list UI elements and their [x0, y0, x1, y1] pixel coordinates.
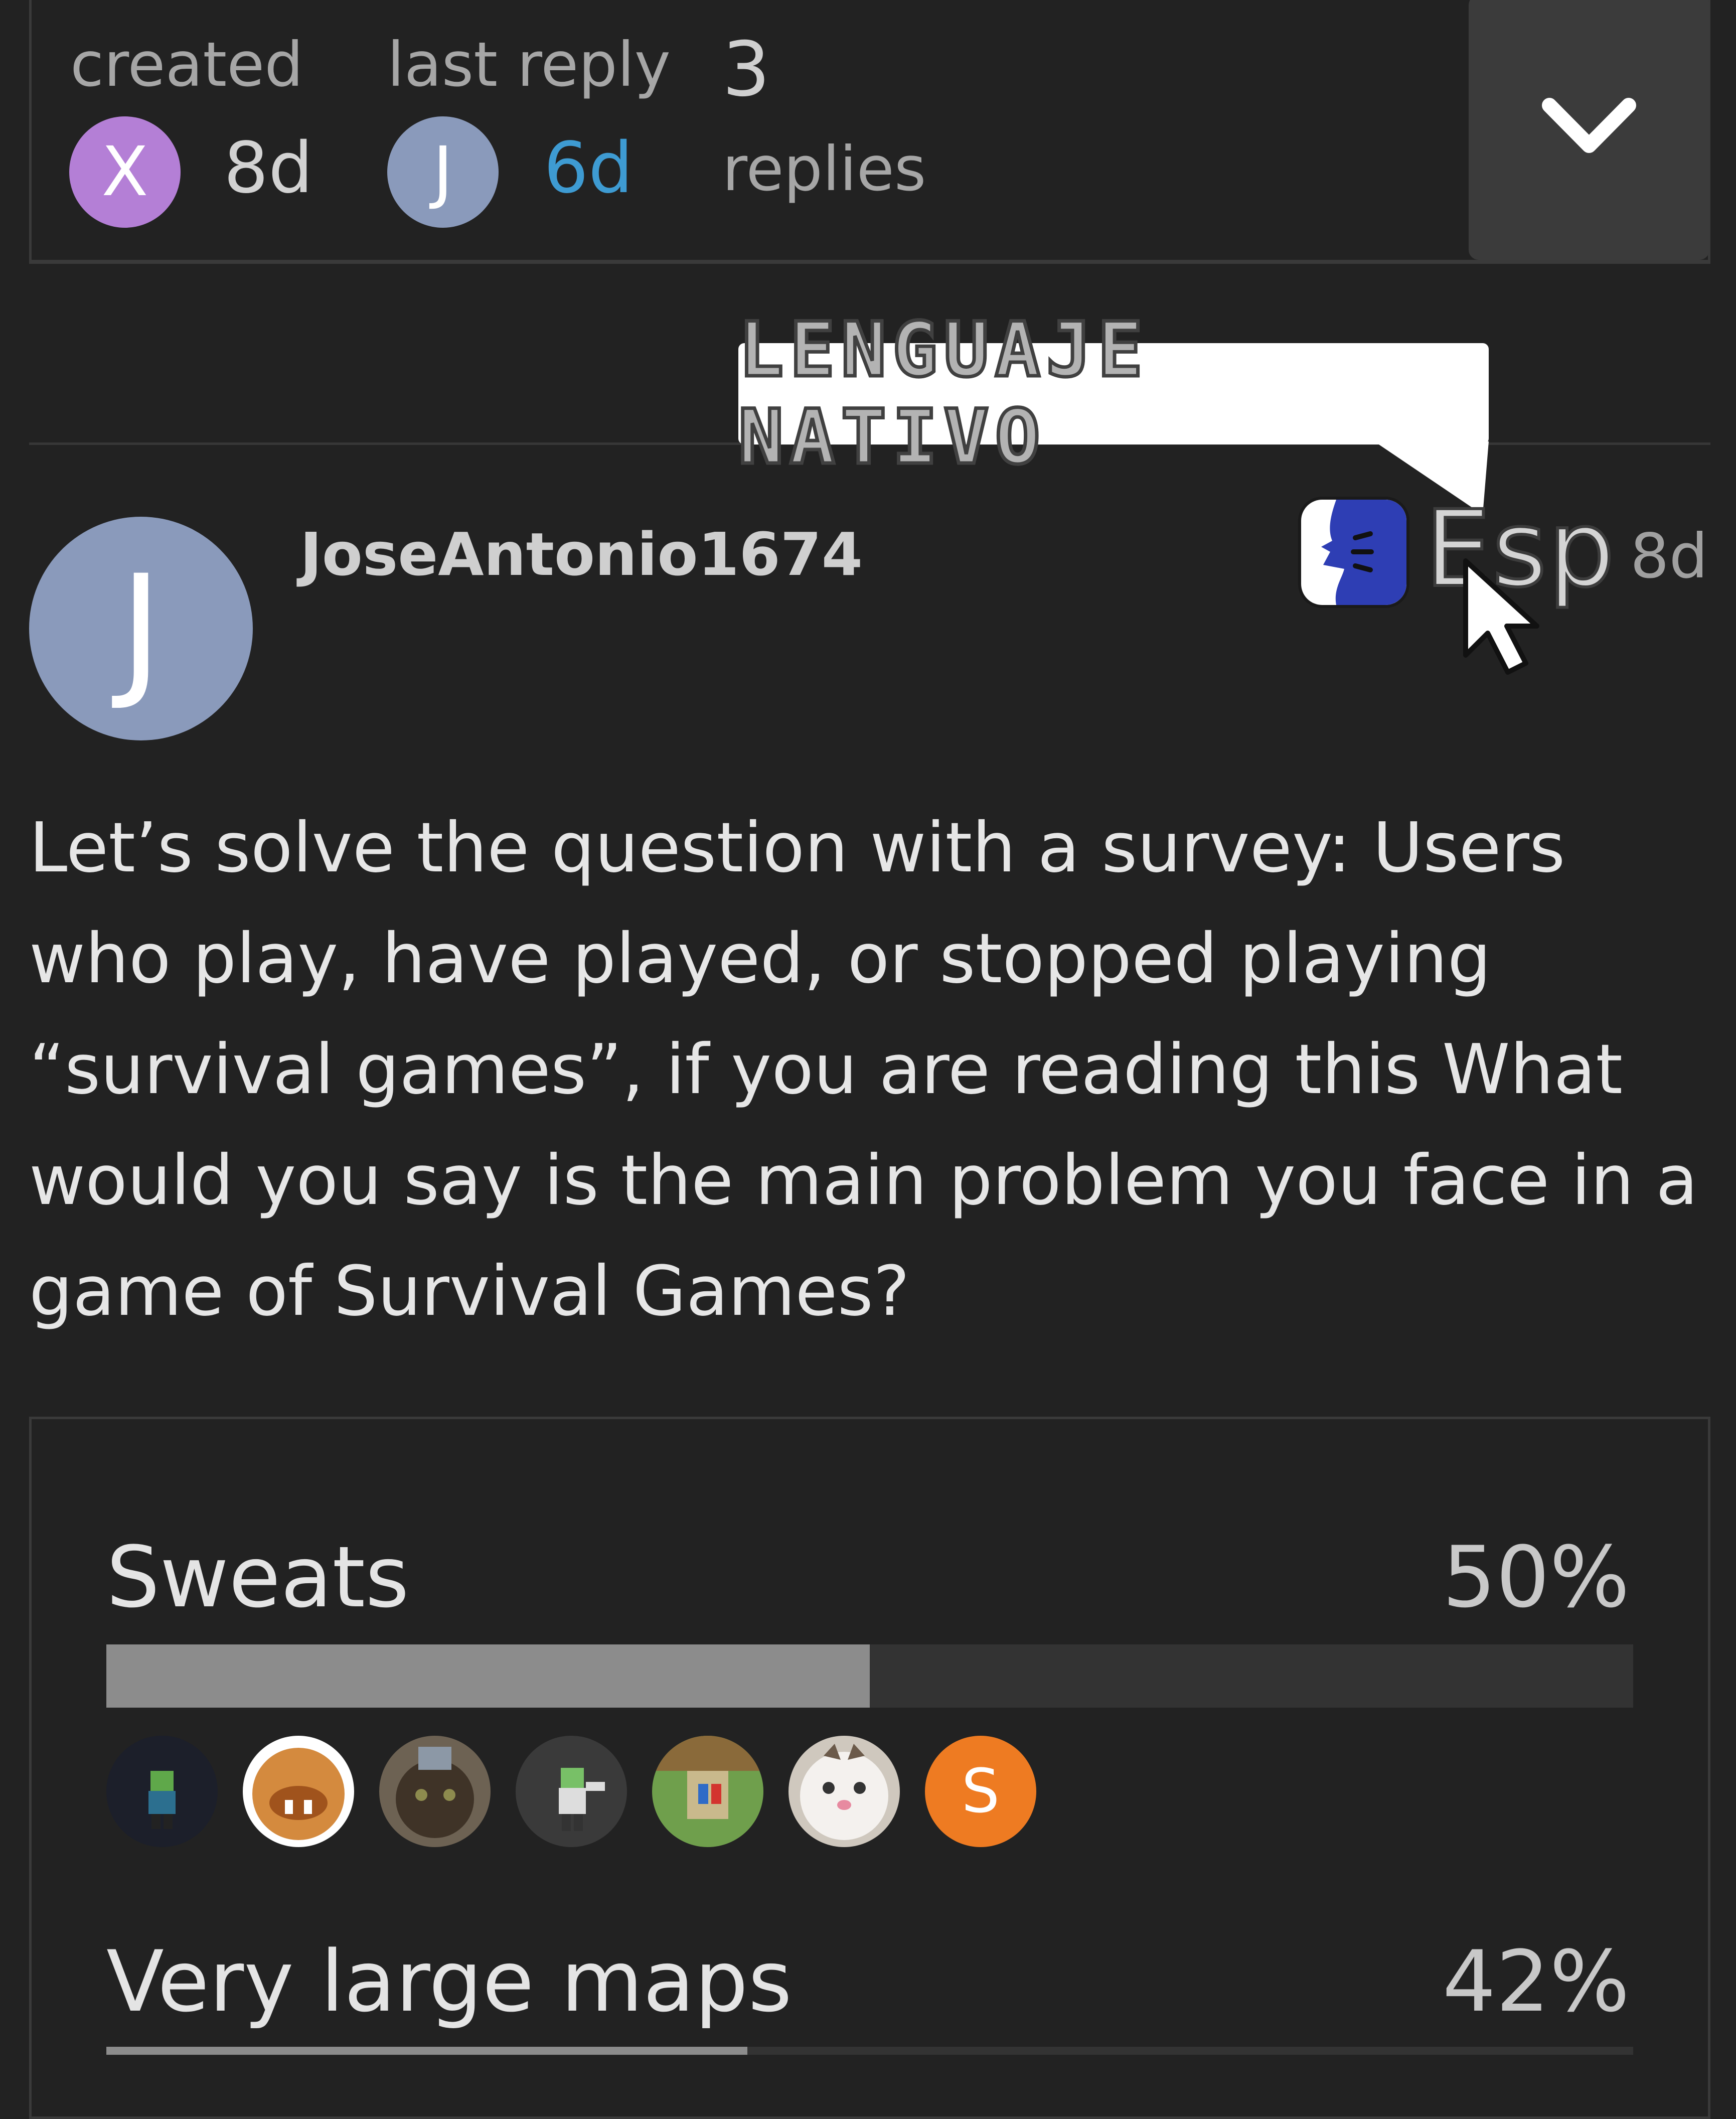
author-avatar[interactable]: J	[29, 517, 253, 740]
native-language-sticker: LENGUAJE NATIVO	[737, 305, 1489, 483]
post-body: Let’s solve the question with a survey: …	[29, 808, 1698, 1331]
voter-avatar[interactable]	[379, 1736, 491, 1847]
mouse-cursor-icon	[1463, 558, 1539, 675]
poll-result-bar	[106, 2047, 1633, 2055]
created-label: created	[70, 29, 303, 100]
voter-avatar[interactable]	[106, 1736, 218, 1847]
post-time[interactable]: 8d	[1630, 526, 1708, 587]
voter-avatar-letter[interactable]: S	[925, 1736, 1036, 1847]
poll-option-percent: 42%	[1442, 1932, 1630, 2031]
author-username[interactable]: JoseAntonio1674	[300, 525, 863, 584]
expand-topic-button[interactable]	[1469, 0, 1709, 260]
poll-result-fill	[106, 1644, 870, 1708]
replies-label: replies	[722, 133, 926, 205]
voter-avatar[interactable]	[243, 1736, 354, 1847]
creator-avatar[interactable]: X	[69, 116, 181, 228]
chevron-down-icon	[1542, 98, 1636, 153]
meta-divider	[29, 260, 1710, 262]
poll-result-fill	[106, 2047, 748, 2055]
created-time: 8d	[224, 127, 313, 209]
speaking-head-icon	[1298, 497, 1409, 608]
last-reply-time-link[interactable]: 6d	[544, 133, 633, 204]
voter-avatars: S	[106, 1736, 1036, 1847]
poll-option-label: Sweats	[106, 1528, 409, 1626]
voter-avatar[interactable]	[652, 1736, 763, 1847]
voter-avatar[interactable]	[516, 1736, 627, 1847]
poll-option-percent: 50%	[1442, 1528, 1630, 1626]
voter-avatar[interactable]	[788, 1736, 900, 1847]
last-replier-avatar[interactable]: J	[387, 116, 499, 228]
reply-count: 3	[722, 26, 770, 113]
poll-result-bar	[106, 1644, 1633, 1708]
last-reply-label: last reply	[387, 29, 671, 100]
poll-option-label: Very large maps	[106, 1932, 793, 2031]
